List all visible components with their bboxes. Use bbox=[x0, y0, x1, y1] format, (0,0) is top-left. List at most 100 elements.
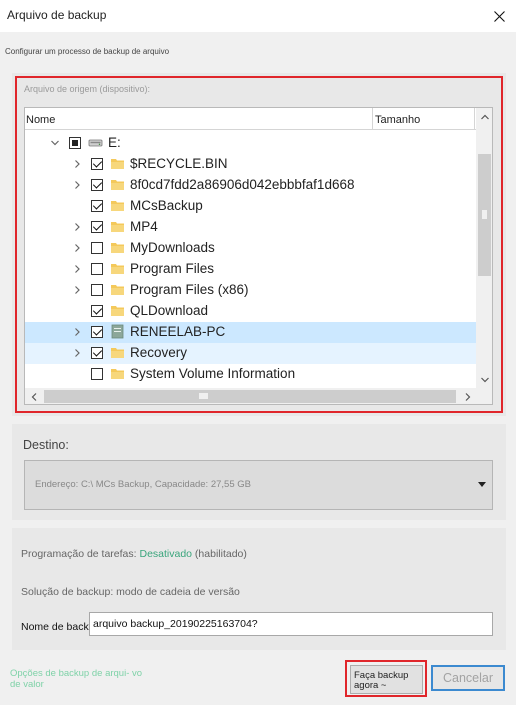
chevron-right-icon bbox=[75, 160, 80, 168]
grip-icon bbox=[482, 210, 487, 219]
tree-row[interactable]: $RECYCLE.BIN bbox=[25, 154, 476, 175]
tree-row[interactable]: Program Files bbox=[25, 259, 476, 280]
row-checkbox[interactable] bbox=[69, 137, 81, 149]
row-checkbox[interactable] bbox=[91, 368, 103, 380]
folder-icon bbox=[111, 348, 124, 358]
chevron-right-icon bbox=[75, 349, 80, 357]
drive-icon bbox=[88, 139, 103, 147]
schedule-link[interactable]: Desativado bbox=[139, 548, 192, 560]
expand-toggle[interactable] bbox=[71, 326, 83, 338]
tree-row-label: $RECYCLE.BIN bbox=[130, 156, 228, 171]
tree-row[interactable]: MCsBackup bbox=[25, 196, 476, 217]
chevron-right-icon bbox=[75, 223, 80, 231]
folder-icon bbox=[111, 306, 124, 316]
folder-icon bbox=[111, 201, 124, 211]
row-checkbox[interactable] bbox=[91, 326, 103, 338]
grip-icon bbox=[199, 393, 208, 399]
scrollbar-corner bbox=[476, 388, 492, 404]
expand-toggle[interactable] bbox=[71, 347, 83, 359]
chevron-down-icon bbox=[51, 140, 59, 146]
column-name[interactable]: Nome bbox=[26, 114, 55, 126]
tree-row[interactable]: RENEELAB-PC bbox=[25, 322, 476, 343]
expand-toggle[interactable] bbox=[71, 179, 83, 191]
tree-row[interactable]: Program Files (x86) bbox=[25, 280, 476, 301]
chevron-right-icon bbox=[465, 392, 470, 401]
horizontal-scroll-thumb[interactable] bbox=[44, 390, 456, 403]
source-label: Arquivo de origem (dispositivo): bbox=[24, 84, 151, 94]
tree-rows: E: $RECYCLE.BIN 8f0cd7fdd2a86906d042ebbbfa… bbox=[25, 133, 476, 385]
expand-toggle[interactable] bbox=[71, 284, 83, 296]
row-checkbox[interactable] bbox=[91, 263, 103, 275]
folder-icon bbox=[111, 180, 124, 190]
close-icon bbox=[493, 10, 505, 22]
folder-icon bbox=[111, 222, 124, 232]
tree-row-label: MyDownloads bbox=[130, 240, 215, 255]
chevron-right-icon bbox=[75, 265, 80, 273]
folder-icon bbox=[111, 369, 124, 379]
tree-row-label: System Volume Information bbox=[130, 366, 296, 381]
scroll-up-button[interactable] bbox=[476, 108, 492, 125]
backup-now-button[interactable]: Faça backup agora ~ bbox=[350, 665, 423, 694]
destination-label: Destino: bbox=[23, 438, 69, 452]
row-checkbox[interactable] bbox=[91, 179, 103, 191]
window-title: Arquivo de backup bbox=[7, 8, 107, 22]
row-checkbox[interactable] bbox=[91, 221, 103, 233]
chevron-right-icon bbox=[75, 286, 80, 294]
tree-row[interactable]: MyDownloads bbox=[25, 238, 476, 259]
scroll-right-button[interactable] bbox=[459, 388, 476, 404]
dropdown-arrow-icon bbox=[478, 482, 486, 487]
expand-toggle[interactable] bbox=[71, 242, 83, 254]
row-checkbox[interactable] bbox=[91, 347, 103, 359]
folder-icon bbox=[111, 243, 124, 253]
destination-select[interactable]: Endereço: C:\ MCs Backup, Capacidade: 27… bbox=[24, 460, 493, 510]
chevron-left-icon bbox=[31, 392, 36, 401]
cancel-button[interactable]: Cancelar bbox=[431, 665, 505, 691]
tree-row-label: Recovery bbox=[130, 345, 188, 360]
expand-toggle[interactable] bbox=[71, 158, 83, 170]
tree-row[interactable]: E: bbox=[25, 133, 476, 154]
column-size[interactable]: Tamanho bbox=[375, 114, 420, 126]
expand-toggle[interactable] bbox=[71, 221, 83, 233]
dialog-subtitle: Configurar um processo de backup de arqu… bbox=[5, 47, 170, 56]
expand-toggle[interactable] bbox=[71, 263, 83, 275]
row-checkbox[interactable] bbox=[91, 200, 103, 212]
backup-name-input[interactable] bbox=[89, 612, 493, 636]
expand-toggle-expanded[interactable] bbox=[49, 137, 61, 149]
row-checkbox[interactable] bbox=[91, 158, 103, 170]
folder-icon bbox=[111, 285, 124, 295]
tree-row-label: QLDownload bbox=[130, 303, 209, 318]
tree-row-label: Program Files (x86) bbox=[130, 282, 249, 297]
tree-row[interactable]: Recovery bbox=[25, 343, 476, 364]
tree-header: Nome Tamanho bbox=[25, 108, 476, 130]
tree-row-label: 8f0cd7fdd2a86906d042ebbbfaf1d668 bbox=[130, 177, 355, 192]
row-checkbox[interactable] bbox=[91, 242, 103, 254]
tree-row[interactable]: QLDownload bbox=[25, 301, 476, 322]
schedule-text: Programação de tarefas: Desativado (habi… bbox=[21, 548, 247, 560]
folder-icon bbox=[111, 324, 124, 339]
folder-icon bbox=[111, 159, 124, 169]
tree-row-label: E: bbox=[108, 135, 121, 150]
tree-row[interactable]: MP4 bbox=[25, 217, 476, 238]
chevron-up-icon bbox=[480, 114, 489, 119]
title-bar: Arquivo de backup bbox=[0, 0, 516, 32]
folder-icon bbox=[111, 264, 124, 274]
chevron-right-icon bbox=[75, 181, 80, 189]
row-checkbox[interactable] bbox=[91, 284, 103, 296]
tree-row[interactable]: 8f0cd7fdd2a86906d042ebbbfaf1d668 bbox=[25, 175, 476, 196]
tree-row-label: RENEELAB-PC bbox=[130, 324, 226, 339]
backup-options-link[interactable]: Opções de backup de arqui- vo de valor bbox=[10, 668, 150, 690]
destination-value: Endereço: C:\ MCs Backup, Capacidade: 27… bbox=[35, 479, 251, 490]
column-divider[interactable] bbox=[372, 108, 373, 130]
tree-row-label: Program Files bbox=[130, 261, 215, 276]
horizontal-scrollbar[interactable] bbox=[25, 388, 476, 404]
vertical-scrollbar[interactable] bbox=[476, 108, 492, 388]
source-tree[interactable]: Nome Tamanho E: $RECYCLE.BIN 8f0cd7fdd2a86… bbox=[24, 107, 493, 405]
row-checkbox[interactable] bbox=[91, 305, 103, 317]
tree-row[interactable]: System Volume Information bbox=[25, 364, 476, 385]
vertical-scroll-thumb[interactable] bbox=[478, 154, 491, 276]
scroll-down-button[interactable] bbox=[476, 371, 492, 388]
scroll-left-button[interactable] bbox=[25, 388, 42, 404]
close-button[interactable] bbox=[482, 0, 516, 32]
backup-scheme-text[interactable]: Solução de backup: modo de cadeia de ver… bbox=[21, 586, 240, 598]
schedule-label: Programação de tarefas: bbox=[21, 548, 140, 560]
